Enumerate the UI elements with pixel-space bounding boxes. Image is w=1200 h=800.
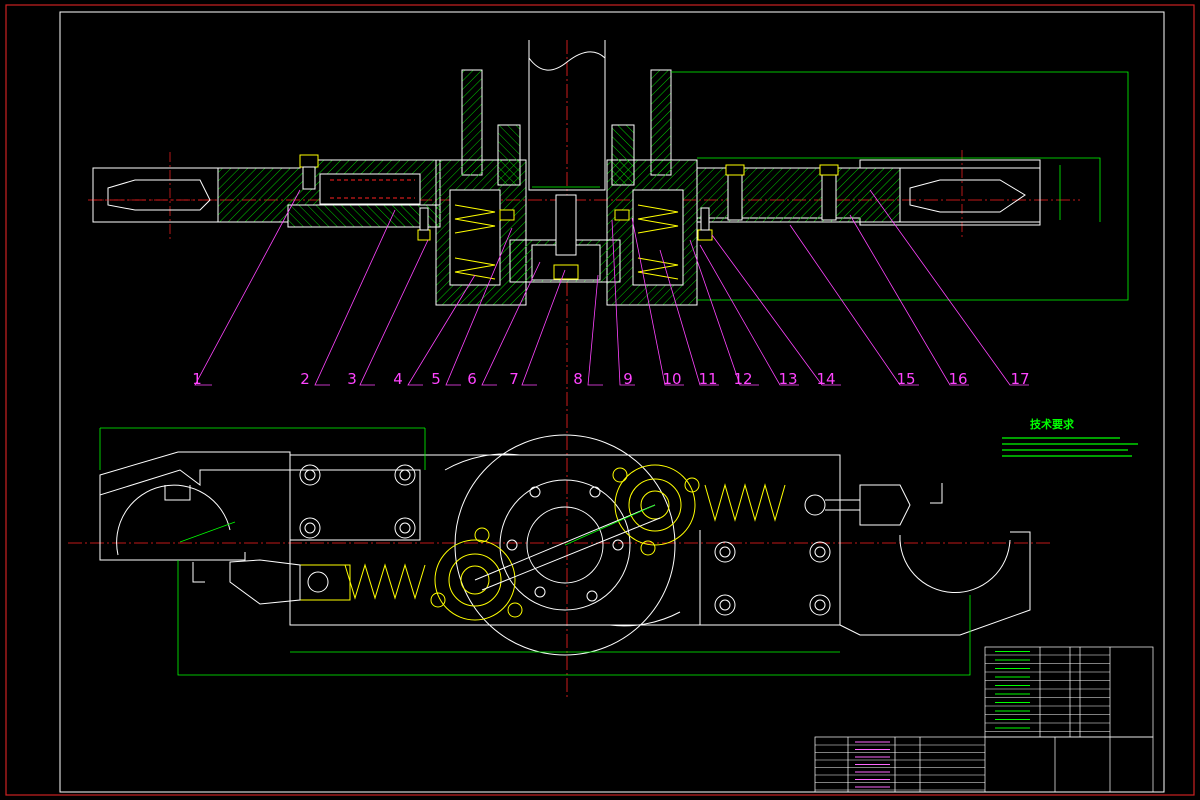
section-view: 1 2 3 4 5 6 7 8 9 10 11 12 13 14 15 16 17	[88, 40, 1129, 700]
tech-requirements: 技术要求	[1002, 417, 1138, 457]
part-label-16: 16	[948, 370, 967, 388]
part-label-11: 11	[698, 370, 717, 388]
part-label-10: 10	[662, 370, 681, 388]
part-label-13: 13	[778, 370, 797, 388]
tech-requirements-title: 技术要求	[1030, 417, 1075, 431]
part-label-6: 6	[467, 370, 477, 388]
part-label-14: 14	[816, 370, 835, 388]
part-label-5: 5	[431, 370, 441, 388]
part-label-2: 2	[300, 370, 310, 388]
part-label-7: 7	[509, 370, 519, 388]
part-label-4: 4	[393, 370, 403, 388]
part-label-12: 12	[733, 370, 752, 388]
title-block	[814, 646, 1154, 793]
part-label-1: 1	[192, 370, 202, 388]
plan-view	[68, 427, 1050, 676]
part-label-3: 3	[347, 370, 357, 388]
part-label-17: 17	[1010, 370, 1029, 388]
part-label-9: 9	[623, 370, 633, 388]
cad-drawing-canvas: 1 2 3 4 5 6 7 8 9 10 11 12 13 14 15 16 17	[5, 4, 1195, 796]
part-label-8: 8	[573, 370, 583, 388]
part-label-15: 15	[896, 370, 915, 388]
